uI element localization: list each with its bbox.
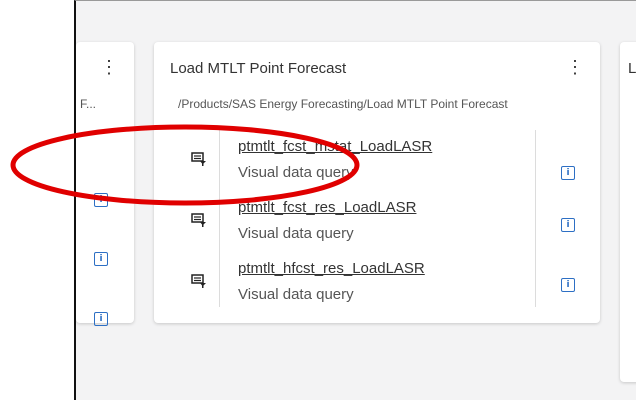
info-icon[interactable]: i [561, 278, 575, 292]
item-link[interactable]: ptmtlt_hfcst_res_LoadLASR [238, 260, 425, 277]
divider [535, 130, 536, 307]
truncated-path: F... [80, 97, 97, 111]
divider [219, 130, 220, 307]
visual-data-query-icon [191, 274, 206, 288]
content-frame: ⋮ F... i i i Load MTLT Point Forecast ⋮ … [74, 0, 636, 400]
main-card: Load MTLT Point Forecast ⋮ /Products/SAS… [154, 42, 600, 323]
right-card: L [620, 42, 636, 382]
visual-data-query-icon [191, 152, 206, 166]
info-icon[interactable]: i [561, 218, 575, 232]
info-icon[interactable]: i [94, 193, 108, 207]
visual-data-query-icon [191, 213, 206, 227]
info-icon[interactable]: i [561, 166, 575, 180]
item-link[interactable]: ptmtlt_fcst_mstat_LoadLASR [238, 138, 432, 155]
info-icon[interactable]: i [94, 312, 108, 326]
info-icon[interactable]: i [94, 252, 108, 266]
item-type: Visual data query [238, 164, 354, 181]
card-title-fragment: L [628, 60, 636, 77]
card-path: /Products/SAS Energy Forecasting/Load MT… [178, 97, 508, 111]
item-type: Visual data query [238, 225, 354, 242]
card-title: Load MTLT Point Forecast [170, 60, 347, 77]
more-options-icon[interactable]: ⋮ [100, 58, 118, 76]
left-card: ⋮ F... i i i [76, 42, 134, 326]
item-link[interactable]: ptmtlt_fcst_res_LoadLASR [238, 199, 416, 216]
item-type: Visual data query [238, 286, 354, 303]
more-options-icon[interactable]: ⋮ [566, 58, 584, 76]
